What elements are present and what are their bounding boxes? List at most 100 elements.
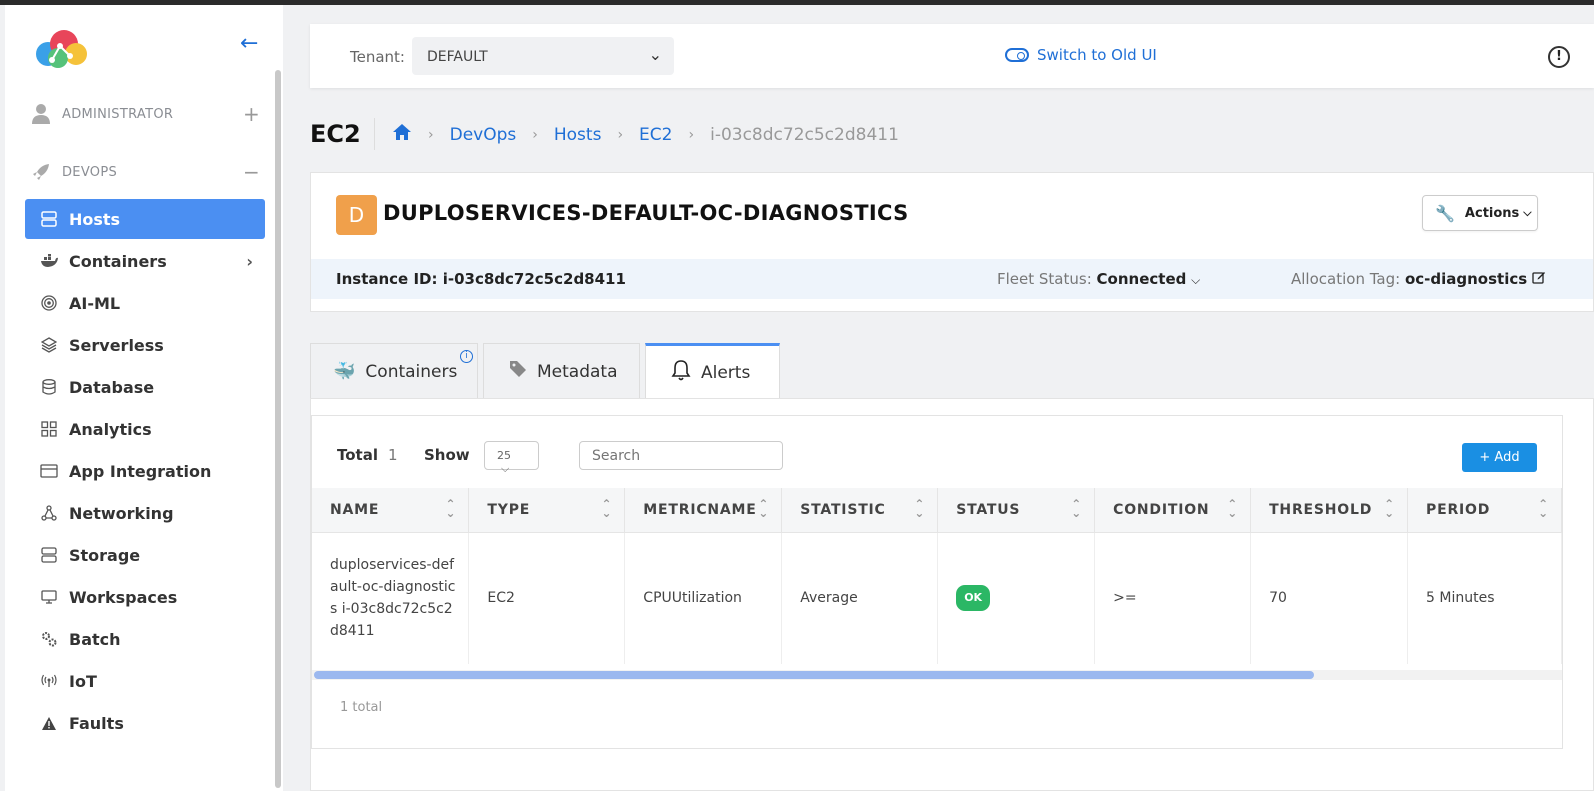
search-input[interactable] (579, 441, 783, 470)
sidebar-item-label: Faults (69, 713, 124, 733)
sidebar-item-batch[interactable]: Batch (25, 619, 265, 659)
warning-icon (40, 714, 58, 732)
sidebar-item-label: Containers (69, 251, 167, 271)
sidebar-item-workspaces[interactable]: Workspaces (25, 577, 265, 617)
edit-icon[interactable] (1532, 270, 1546, 288)
cell-condition: >= (1094, 532, 1252, 664)
info-icon[interactable]: i (460, 350, 473, 363)
table-header-row: NAME ⌃ ⌄ TYPE ⌃ ⌄ METRICNAME ⌃ ⌄ STATISTIC ⌃ ⌄ S… (312, 488, 1562, 533)
section-devops[interactable]: DEVOPS − (30, 160, 260, 184)
section-label: ADMINISTRATOR (62, 106, 174, 122)
sidebar-item-containers[interactable]: Containers › (25, 241, 265, 281)
page-size-select[interactable]: 25 ⌵ (484, 441, 539, 475)
sort-icon[interactable]: ⌃ ⌄ (914, 498, 925, 519)
breadcrumb-ec2[interactable]: EC2 (639, 125, 672, 145)
fleet-status[interactable]: Fleet Status: Connected ⌵ (997, 270, 1200, 288)
horizontal-scrollbar[interactable] (312, 670, 1562, 680)
tab-containers[interactable]: 🐳 Containers i (310, 343, 478, 399)
database-icon (40, 378, 58, 396)
alerts-table-card: Total 1 Show 25 ⌵ + Add NAME ⌃⌄ TYPE ⌃⌄ ME… (311, 415, 1563, 749)
home-icon[interactable] (392, 123, 412, 146)
cell-statistic: Average (781, 532, 939, 664)
cell-type: EC2 (468, 532, 626, 664)
cell-status: OK (937, 532, 1096, 664)
column-header-status[interactable]: STATUS ⌃ ⌄ (937, 488, 1096, 533)
sidebar-item-app-integration[interactable]: App Integration (25, 451, 265, 491)
sort-icon[interactable]: ⌃ ⌄ (1071, 498, 1082, 519)
tenant-value: DEFAULT (427, 49, 488, 65)
sidebar-item-database[interactable]: Database (25, 367, 265, 407)
sidebar-scrollbar[interactable] (275, 70, 281, 788)
sort-icon[interactable]: ⌃ ⌄ (758, 498, 769, 519)
column-header-metricname[interactable]: METRICNAME ⌃ ⌄ (624, 488, 783, 533)
collapse-icon[interactable]: − (243, 160, 260, 184)
sort-icon[interactable]: ⌃ ⌄ (601, 498, 612, 519)
bell-icon (671, 359, 691, 386)
switch-ui-label: Switch to Old UI (1037, 46, 1157, 64)
column-header-period[interactable]: PERIOD ⌃ ⌄ (1407, 488, 1562, 533)
column-header-threshold[interactable]: THRESHOLD ⌃ ⌄ (1250, 488, 1409, 533)
host-avatar: D (336, 195, 377, 235)
sidebar-item-label: Networking (69, 503, 174, 523)
sort-icon[interactable]: ⌃ ⌄ (1384, 498, 1395, 519)
sidebar-item-analytics[interactable]: Analytics (25, 409, 265, 449)
sort-icon[interactable]: ⌃ ⌄ (446, 498, 457, 519)
window-icon (40, 462, 58, 480)
column-label: STATUS (956, 501, 1021, 518)
section-label: DEVOPS (62, 164, 118, 180)
sidebar-item-networking[interactable]: Networking (25, 493, 265, 533)
sidebar-item-label: Hosts (69, 209, 121, 229)
chevron-down-icon: ⌵ (1191, 273, 1201, 287)
sidebar-item-hosts[interactable]: Hosts (25, 199, 265, 239)
cell-name: duploservices-default-oc-diagnostics i-0… (312, 532, 470, 664)
actions-button[interactable]: 🔧 Actions ⌵ (1422, 195, 1538, 231)
wrench-icon: 🔧 (1435, 203, 1455, 223)
sidebar-item-label: Storage (69, 545, 141, 565)
sidebar-item-faults[interactable]: Faults (25, 703, 265, 743)
network-icon (40, 504, 58, 522)
column-header-name[interactable]: NAME ⌃ ⌄ (312, 488, 470, 533)
instance-id: Instance ID: i-03c8dc72c5c2d8411 (336, 270, 626, 288)
tab-alerts[interactable]: Alerts (645, 343, 780, 399)
gears-icon (40, 630, 58, 648)
cell-threshold: 70 (1250, 532, 1409, 664)
sidebar-item-label: Batch (69, 629, 121, 649)
server-icon (40, 210, 58, 228)
divider (374, 118, 375, 150)
alert-info-icon[interactable]: ! (1548, 46, 1570, 68)
sidebar-item-serverless[interactable]: Serverless (25, 325, 265, 365)
tenant-select[interactable]: DEFAULT ⌄ (412, 37, 674, 75)
allocation-tag-label: Allocation Tag: (1291, 270, 1401, 288)
tab-metadata[interactable]: Metadata (483, 343, 640, 399)
collapse-sidebar-icon[interactable]: ← (240, 31, 258, 56)
chevron-down-icon: ⌄ (648, 45, 662, 64)
sidebar-item-iot[interactable]: IoT (25, 661, 265, 701)
column-header-statistic[interactable]: STATISTIC ⌃ ⌄ (781, 488, 939, 533)
sort-icon[interactable]: ⌃ ⌄ (1538, 498, 1549, 519)
host-name: DUPLOSERVICES-DEFAULT-OC-DIAGNOSTICS (383, 201, 909, 225)
table-row[interactable]: duploservices-default-oc-diagnostics i-0… (312, 532, 1562, 664)
sort-icon[interactable]: ⌃ ⌄ (1227, 498, 1238, 519)
add-button[interactable]: + Add (1462, 443, 1537, 472)
breadcrumb-devops[interactable]: DevOps (450, 125, 517, 145)
cell-metricname: CPUUtilization (624, 532, 783, 664)
sidebar-item-label: IoT (69, 671, 97, 691)
sidebar-item-label: Serverless (69, 335, 164, 355)
switch-old-ui-link[interactable]: Switch to Old UI (1005, 46, 1157, 64)
section-administrator[interactable]: ADMINISTRATOR + (30, 102, 260, 126)
expand-icon[interactable]: + (243, 102, 260, 126)
docker-icon: 🐳 (333, 361, 356, 382)
breadcrumb-hosts[interactable]: Hosts (554, 125, 602, 145)
sidebar-item-storage[interactable]: Storage (25, 535, 265, 575)
alerts-panel: Total 1 Show 25 ⌵ + Add NAME ⌃⌄ TYPE ⌃⌄ ME… (310, 398, 1594, 791)
column-label: THRESHOLD (1269, 501, 1373, 518)
cell-period: 5 Minutes (1407, 532, 1562, 664)
app-logo[interactable] (30, 26, 92, 70)
sidebar-item-label: App Integration (69, 461, 212, 481)
column-header-type[interactable]: TYPE ⌃ ⌄ (468, 488, 626, 533)
sidebar-item-ai-ml[interactable]: AI-ML (25, 283, 265, 323)
scrollbar-thumb[interactable] (314, 671, 1314, 679)
monitor-icon (40, 588, 58, 606)
column-header-condition[interactable]: CONDITION ⌃ ⌄ (1094, 488, 1252, 533)
column-label: CONDITION (1113, 501, 1210, 518)
